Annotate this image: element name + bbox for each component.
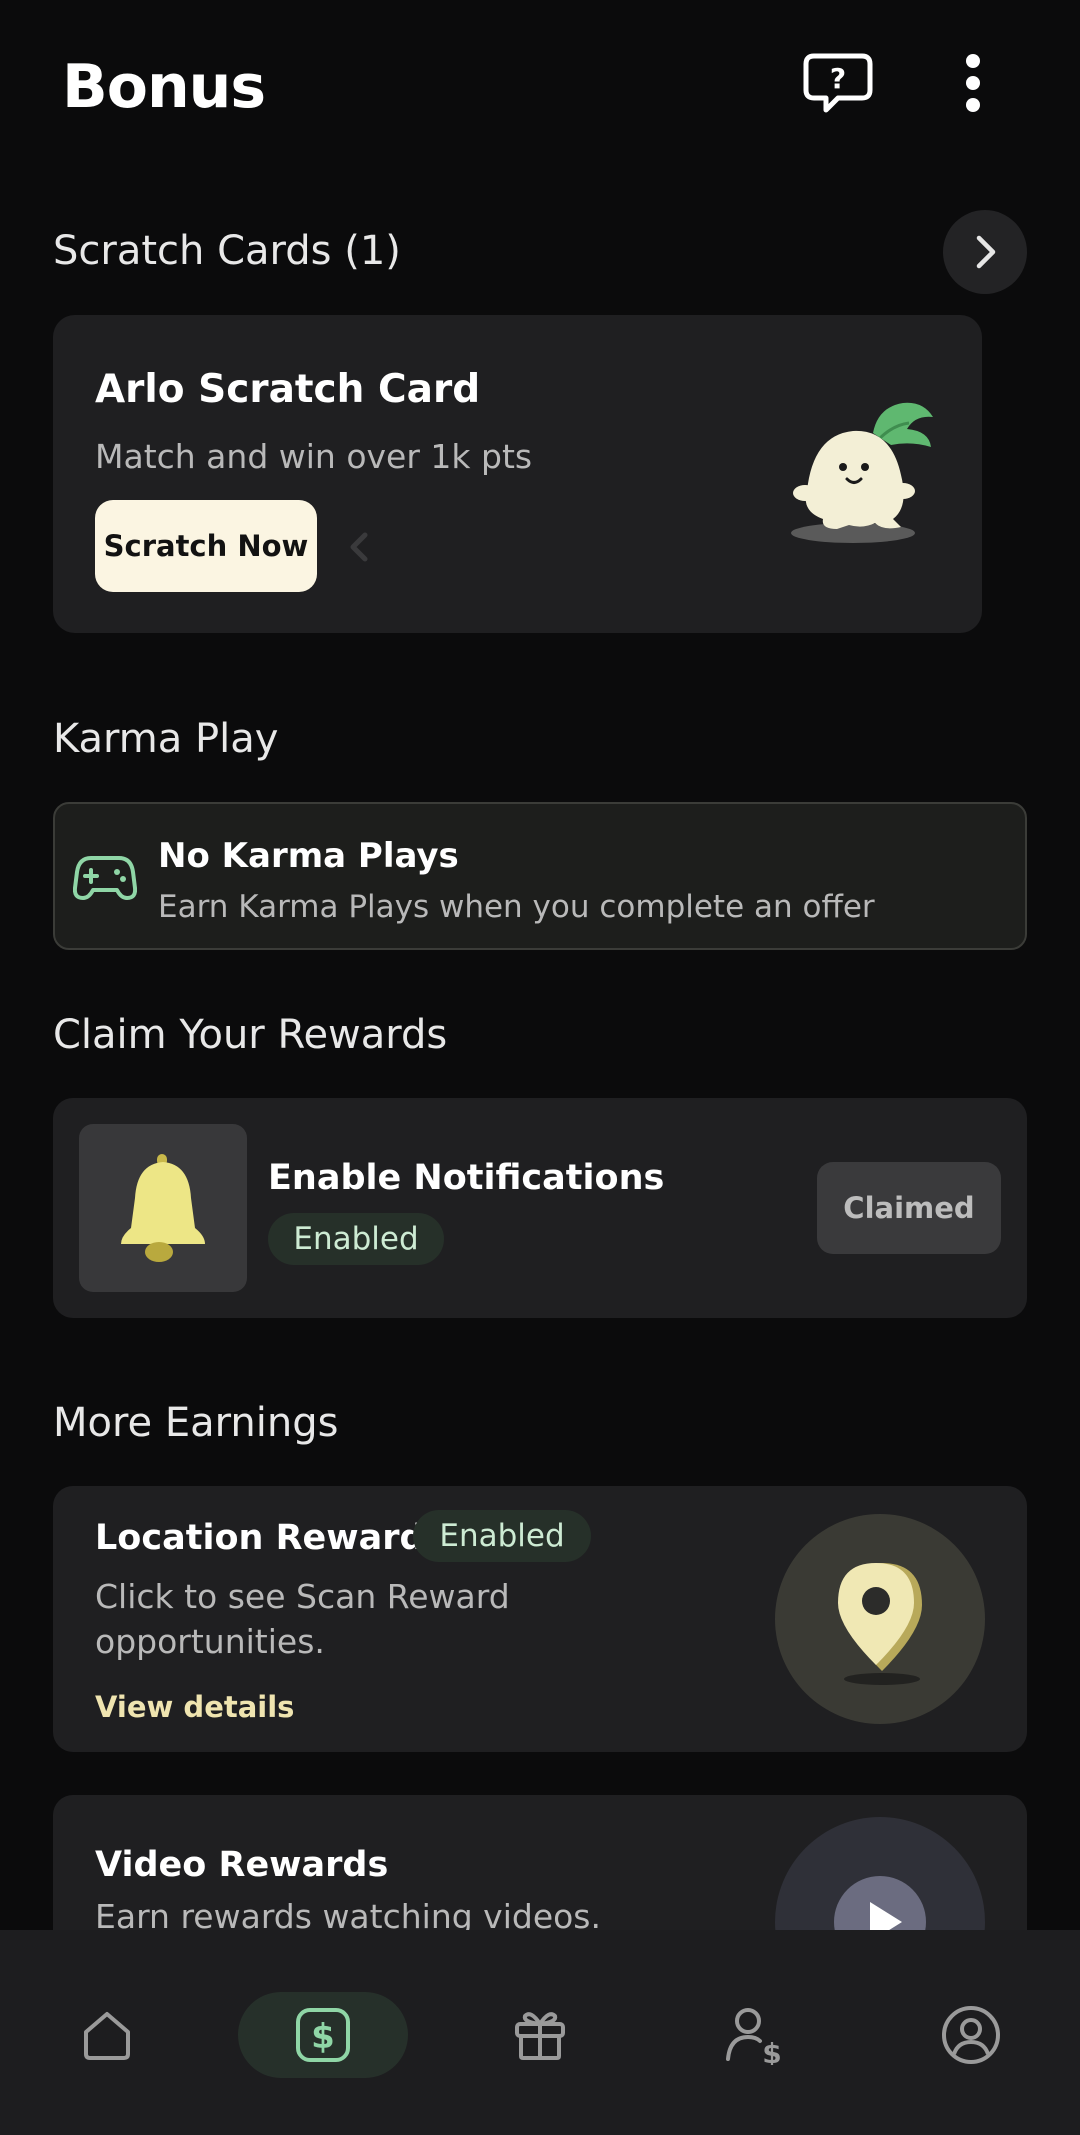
svg-text:$: $ bbox=[311, 2017, 335, 2057]
nav-rewards[interactable] bbox=[455, 1992, 625, 2078]
nav-profile[interactable] bbox=[886, 1992, 1056, 2078]
dollar-icon: $ bbox=[296, 2008, 350, 2062]
more-earnings-heading: More Earnings bbox=[53, 1400, 339, 1446]
location-rewards-title: Location Rewards bbox=[95, 1518, 446, 1558]
karma-play-box: No Karma Plays Earn Karma Plays when you… bbox=[53, 802, 1027, 950]
claim-rewards-heading: Claim Your Rewards bbox=[53, 1012, 448, 1058]
map-pin-icon bbox=[838, 1563, 922, 1685]
karma-box-subtitle: Earn Karma Plays when you complete an of… bbox=[158, 889, 875, 925]
more-menu-button[interactable] bbox=[950, 50, 996, 120]
chevron-left-icon bbox=[350, 532, 368, 562]
location-rewards-card[interactable]: Location Rewards Enabled Click to see Sc… bbox=[53, 1486, 1027, 1752]
scratch-card-subtitle: Match and win over 1k pts bbox=[95, 437, 533, 476]
scratch-now-button[interactable]: Scratch Now bbox=[95, 500, 317, 592]
nav-bonus[interactable]: $ bbox=[238, 1992, 408, 2078]
bell-tile bbox=[79, 1124, 247, 1292]
enable-notifications-card: Enable Notifications Enabled Claimed bbox=[53, 1098, 1027, 1318]
chevron-right-icon bbox=[976, 235, 996, 269]
scratch-card[interactable]: Arlo Scratch Card Match and win over 1k … bbox=[53, 315, 982, 633]
user-dollar-icon: $ bbox=[726, 2008, 782, 2065]
location-illustration bbox=[775, 1514, 985, 1724]
enable-notifications-title: Enable Notifications bbox=[268, 1158, 665, 1198]
nav-home[interactable] bbox=[22, 1992, 192, 2078]
status-badge: Enabled bbox=[413, 1510, 591, 1562]
gamepad-icon bbox=[73, 856, 137, 900]
video-rewards-title: Video Rewards bbox=[95, 1845, 389, 1885]
scratch-card-title: Arlo Scratch Card bbox=[95, 367, 481, 412]
status-badge: Enabled bbox=[268, 1213, 444, 1265]
nav-referral[interactable]: $ bbox=[670, 1992, 840, 2078]
bottom-navigation: $ $ bbox=[0, 1930, 1080, 2135]
location-rewards-subtitle: Click to see Scan Reward opportunities. bbox=[95, 1577, 510, 1661]
radish-mascot-icon bbox=[791, 402, 933, 543]
help-button[interactable]: ? bbox=[800, 50, 876, 120]
gift-icon bbox=[515, 2012, 565, 2060]
profile-icon bbox=[942, 2006, 1000, 2064]
scratch-cards-heading: Scratch Cards (1) bbox=[53, 228, 401, 274]
karma-play-heading: Karma Play bbox=[53, 716, 279, 762]
karma-box-title: No Karma Plays bbox=[158, 836, 459, 876]
page-title: Bonus bbox=[62, 52, 266, 122]
home-icon bbox=[84, 2012, 130, 2060]
svg-text:?: ? bbox=[830, 62, 846, 95]
more-vertical-icon bbox=[966, 54, 980, 112]
scratch-cards-more-button[interactable] bbox=[943, 210, 1027, 294]
help-chat-icon: ? bbox=[803, 53, 873, 113]
top-bar: Bonus ? bbox=[0, 0, 1080, 170]
svg-text:$: $ bbox=[762, 2037, 781, 2065]
claimed-button[interactable]: Claimed bbox=[817, 1162, 1001, 1254]
bell-icon bbox=[121, 1154, 205, 1262]
view-details-link[interactable]: View details bbox=[95, 1690, 294, 1724]
